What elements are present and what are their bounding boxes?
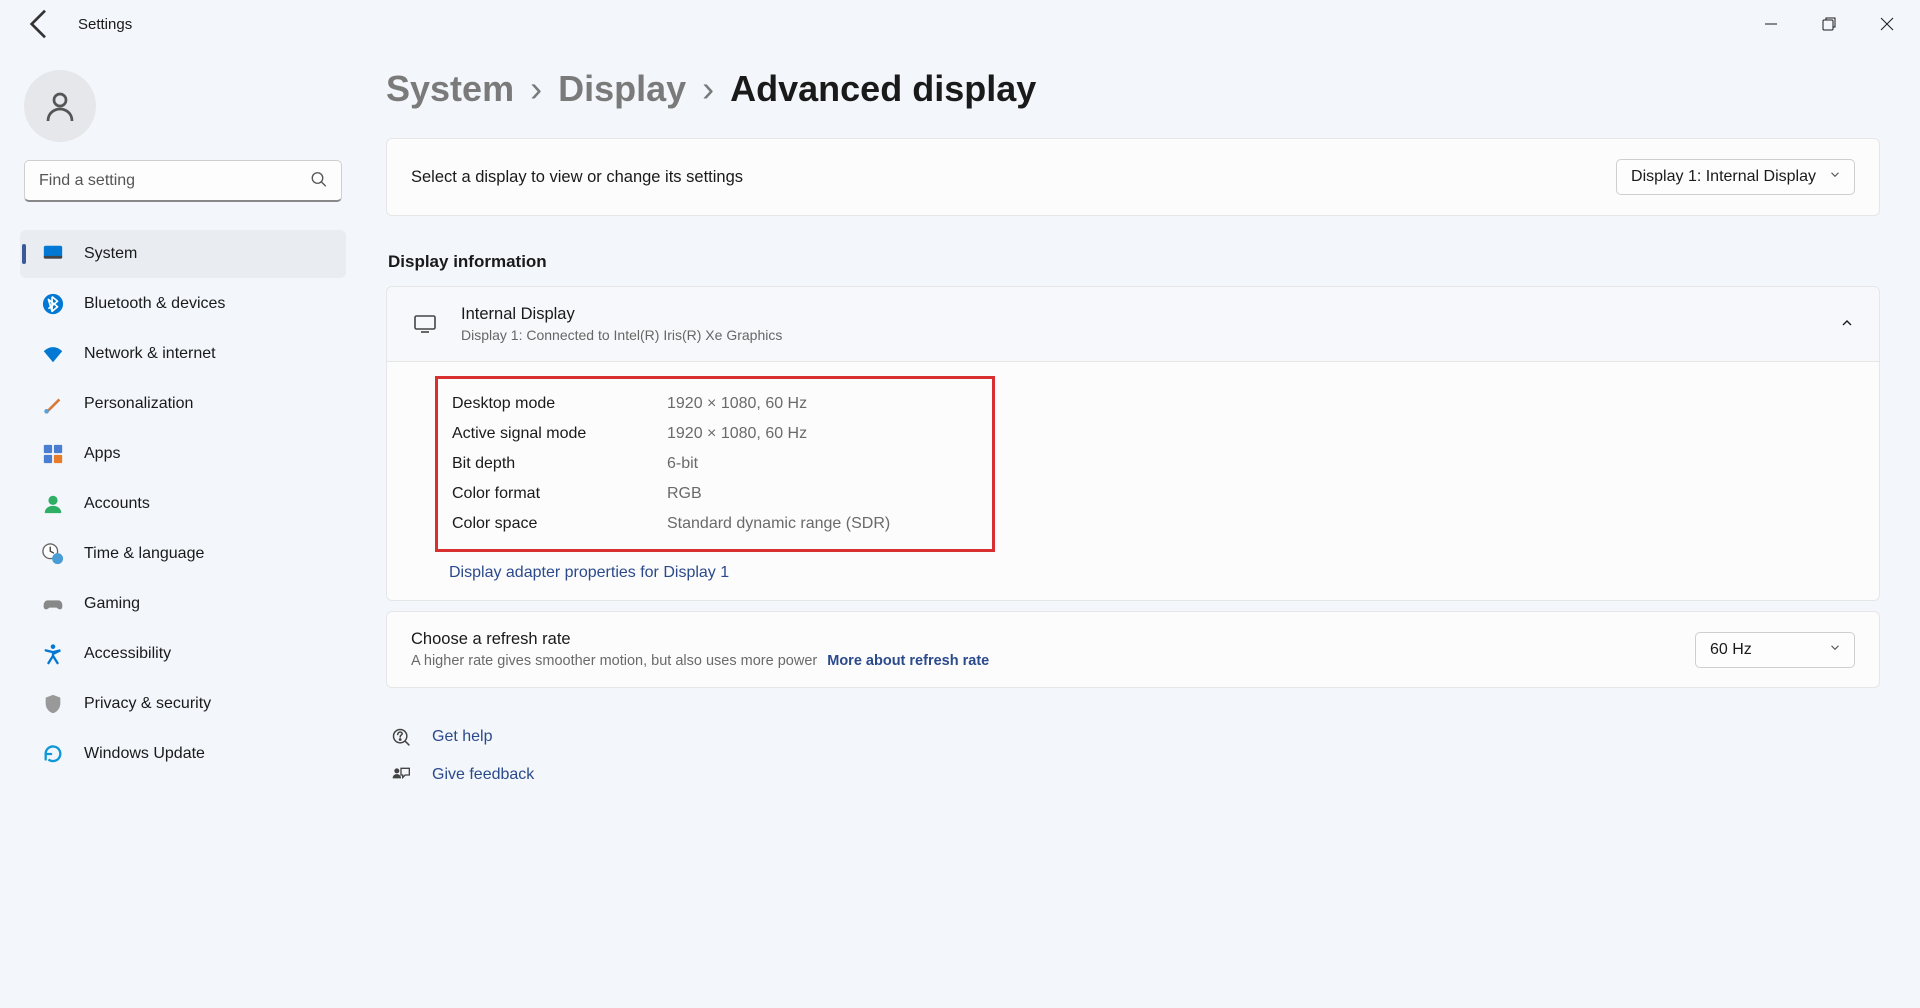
- property-key: Color space: [452, 509, 667, 539]
- chevron-down-icon: [1828, 168, 1842, 187]
- accounts-icon: [42, 493, 64, 515]
- window-title: Settings: [78, 16, 132, 33]
- nav-label: Privacy & security: [84, 695, 211, 713]
- breadcrumb-current: Advanced display: [730, 68, 1036, 110]
- property-key: Desktop mode: [452, 389, 667, 419]
- shield-icon: [42, 693, 64, 715]
- system-icon: [42, 243, 64, 265]
- display-info-panel-header[interactable]: Internal Display Display 1: Connected to…: [387, 287, 1879, 362]
- nav-label: System: [84, 245, 137, 263]
- refresh-rate-card: Choose a refresh rate A higher rate give…: [386, 611, 1880, 688]
- property-value: RGB: [667, 479, 702, 509]
- property-key: Bit depth: [452, 449, 667, 479]
- paintbrush-icon: [42, 393, 64, 415]
- refresh-rate-select[interactable]: 60 Hz: [1695, 632, 1855, 668]
- more-about-refresh-link[interactable]: More about refresh rate: [827, 653, 989, 669]
- refresh-rate-subtitle: A higher rate gives smoother motion, but…: [411, 653, 989, 669]
- clock-globe-icon: [42, 543, 64, 565]
- search-icon: [310, 171, 328, 192]
- get-help-link[interactable]: Get help: [390, 718, 1880, 756]
- property-row: Active signal mode1920 × 1080, 60 Hz: [452, 419, 978, 449]
- property-key: Active signal mode: [452, 419, 667, 449]
- property-key: Color format: [452, 479, 667, 509]
- nav-label: Apps: [84, 445, 120, 463]
- nav: System Bluetooth & devices Network & int…: [0, 230, 360, 778]
- nav-label: Time & language: [84, 545, 204, 563]
- maximize-button[interactable]: [1800, 4, 1858, 44]
- nav-item-accounts[interactable]: Accounts: [20, 480, 346, 528]
- feedback-icon: [390, 765, 412, 785]
- nav-item-network[interactable]: Network & internet: [20, 330, 346, 378]
- panel-subtitle: Display 1: Connected to Intel(R) Iris(R)…: [461, 327, 782, 343]
- nav-item-time-language[interactable]: Time & language: [20, 530, 346, 578]
- highlight-annotation: Desktop mode1920 × 1080, 60 Hz Active si…: [435, 376, 995, 552]
- give-feedback-link[interactable]: Give feedback: [390, 756, 1880, 794]
- give-feedback-label: Give feedback: [432, 766, 534, 784]
- chevron-right-icon: ›: [530, 68, 542, 110]
- help-icon: [390, 727, 412, 747]
- search-input[interactable]: [24, 160, 342, 202]
- main-content: System › Display › Advanced display Sele…: [370, 48, 1920, 1008]
- nav-item-personalization[interactable]: Personalization: [20, 380, 346, 428]
- nav-item-accessibility[interactable]: Accessibility: [20, 630, 346, 678]
- property-value: Standard dynamic range (SDR): [667, 509, 890, 539]
- property-row: Color spaceStandard dynamic range (SDR): [452, 509, 978, 539]
- display-select[interactable]: Display 1: Internal Display: [1616, 159, 1855, 195]
- back-button[interactable]: [20, 4, 60, 44]
- nav-item-bluetooth[interactable]: Bluetooth & devices: [20, 280, 346, 328]
- footer-links: Get help Give feedback: [386, 718, 1880, 794]
- accessibility-icon: [42, 643, 64, 665]
- nav-item-privacy[interactable]: Privacy & security: [20, 680, 346, 728]
- sidebar: System Bluetooth & devices Network & int…: [0, 48, 370, 1008]
- get-help-label: Get help: [432, 728, 492, 746]
- refresh-rate-value: 60 Hz: [1710, 641, 1752, 659]
- titlebar: Settings: [0, 0, 1920, 48]
- refresh-rate-title: Choose a refresh rate: [411, 630, 989, 649]
- panel-title: Internal Display: [461, 305, 782, 324]
- display-info-title: Display information: [388, 252, 1880, 272]
- display-info-panel: Internal Display Display 1: Connected to…: [386, 286, 1880, 601]
- nav-label: Accessibility: [84, 645, 171, 663]
- breadcrumb-display[interactable]: Display: [558, 68, 686, 110]
- nav-label: Bluetooth & devices: [84, 295, 225, 313]
- nav-item-system[interactable]: System: [20, 230, 346, 278]
- property-row: Desktop mode1920 × 1080, 60 Hz: [452, 389, 978, 419]
- close-button[interactable]: [1858, 4, 1916, 44]
- apps-icon: [42, 443, 64, 465]
- minimize-button[interactable]: [1742, 4, 1800, 44]
- nav-item-apps[interactable]: Apps: [20, 430, 346, 478]
- display-select-value: Display 1: Internal Display: [1631, 168, 1816, 186]
- wifi-icon: [42, 343, 64, 365]
- monitor-icon: [411, 310, 439, 338]
- nav-item-windows-update[interactable]: Windows Update: [20, 730, 346, 778]
- breadcrumb: System › Display › Advanced display: [386, 68, 1880, 110]
- select-display-card: Select a display to view or change its s…: [386, 138, 1880, 216]
- update-icon: [42, 743, 64, 765]
- nav-label: Windows Update: [84, 745, 205, 763]
- panel-body: Desktop mode1920 × 1080, 60 Hz Active si…: [387, 362, 1879, 600]
- chevron-down-icon: [1828, 640, 1842, 659]
- nav-label: Accounts: [84, 495, 150, 513]
- nav-label: Personalization: [84, 395, 193, 413]
- search-wrap: [24, 160, 342, 202]
- user-avatar[interactable]: [24, 70, 96, 142]
- property-value: 1920 × 1080, 60 Hz: [667, 419, 807, 449]
- property-value: 6-bit: [667, 449, 698, 479]
- chevron-up-icon: [1839, 315, 1855, 334]
- property-row: Bit depth6-bit: [452, 449, 978, 479]
- breadcrumb-system[interactable]: System: [386, 68, 514, 110]
- gamepad-icon: [42, 593, 64, 615]
- nav-label: Network & internet: [84, 345, 216, 363]
- bluetooth-icon: [42, 293, 64, 315]
- property-row: Color formatRGB: [452, 479, 978, 509]
- nav-item-gaming[interactable]: Gaming: [20, 580, 346, 628]
- property-value: 1920 × 1080, 60 Hz: [667, 389, 807, 419]
- nav-label: Gaming: [84, 595, 140, 613]
- display-adapter-properties-link[interactable]: Display adapter properties for Display 1: [449, 564, 1855, 582]
- chevron-right-icon: ›: [702, 68, 714, 110]
- select-display-label: Select a display to view or change its s…: [411, 168, 743, 187]
